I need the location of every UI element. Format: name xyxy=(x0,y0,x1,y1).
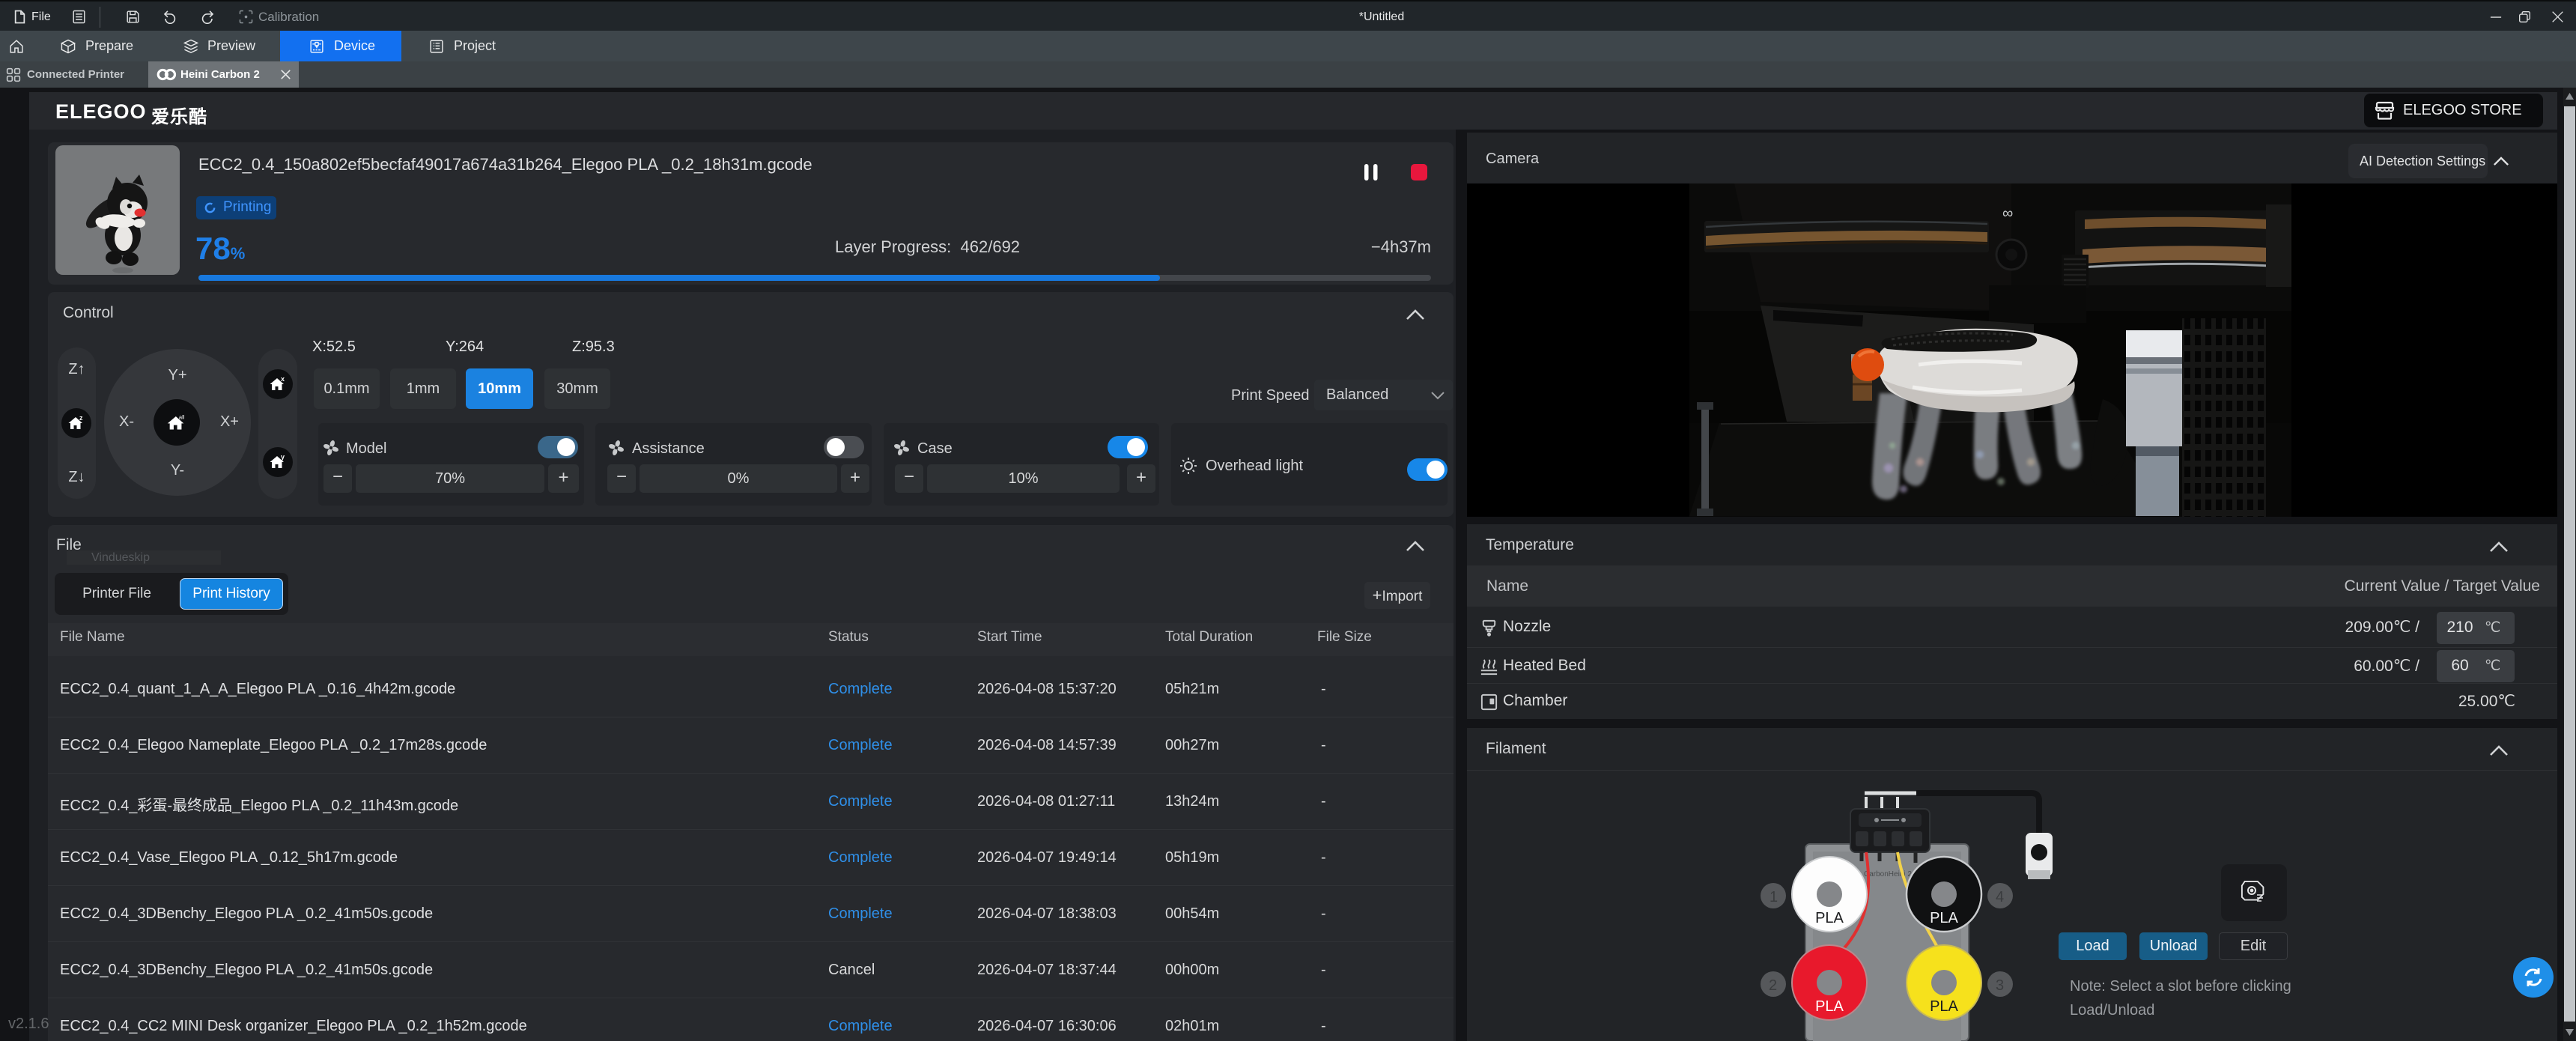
svg-text:y: y xyxy=(281,453,285,461)
svg-text:PLA: PLA xyxy=(1815,910,1844,926)
svg-text:PLA: PLA xyxy=(1930,998,1958,1015)
svg-text:PLA: PLA xyxy=(1815,998,1844,1015)
svg-text:1: 1 xyxy=(1770,889,1778,905)
svg-text:2: 2 xyxy=(1769,977,1777,994)
svg-text:z: z xyxy=(79,414,83,422)
svg-text:3: 3 xyxy=(1996,977,2004,994)
svg-text:all: all xyxy=(179,414,185,421)
svg-text:∞: ∞ xyxy=(2002,205,2013,222)
svg-text:4: 4 xyxy=(1996,889,2004,905)
svg-text:PLA: PLA xyxy=(1930,910,1958,926)
svg-text:x: x xyxy=(281,375,285,383)
